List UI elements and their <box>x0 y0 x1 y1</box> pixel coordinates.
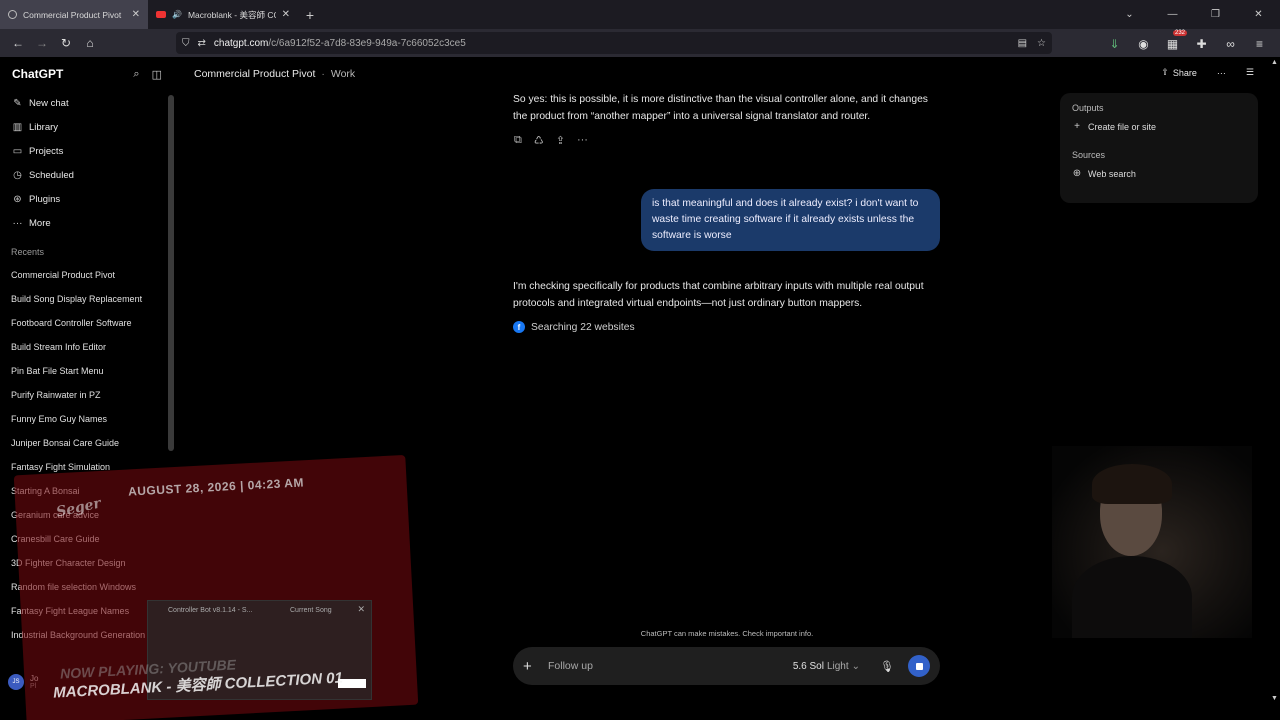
panel-toggle-icon[interactable]: ☰ <box>1246 67 1254 78</box>
more-icon: ··· <box>12 217 23 229</box>
message-actions: ⧉ ♺ ⇪ ··· <box>514 134 588 147</box>
recent-chat-item[interactable]: Funny Emo Guy Names <box>0 407 174 431</box>
composer-input[interactable]: Follow up <box>548 660 593 672</box>
address-bar[interactable]: ⛉ ⇄ chatgpt.com/c/6a912f52-a7d8-83e9-949… <box>176 32 1052 54</box>
youtube-favicon-icon <box>156 11 166 18</box>
chevron-down-icon: ⌄ <box>851 660 861 672</box>
main-scrollbar[interactable]: ▲ ▼ <box>1270 57 1280 720</box>
close-window-button[interactable]: ✕ <box>1237 9 1280 20</box>
more-actions-icon[interactable]: ··· <box>577 134 588 147</box>
sidebar-item-more[interactable]: ··· More <box>0 211 174 235</box>
recent-chat-item[interactable]: Commercial Product Pivot <box>0 263 174 287</box>
assistant-message: So yes: this is possible, it is more dis… <box>513 94 928 122</box>
close-tab-icon[interactable]: ✕ <box>132 9 140 20</box>
search-icon[interactable]: ⌕ <box>133 68 139 81</box>
library-icon: ▥ <box>12 121 23 133</box>
extension-badge: 232 <box>1172 30 1187 36</box>
search-status[interactable]: f Searching 22 websites <box>513 321 635 333</box>
conversation-header: Commercial Product Pivot · Work <box>194 68 355 80</box>
facebook-source-icon: f <box>513 321 525 333</box>
outputs-heading: Outputs <box>1072 103 1104 113</box>
sidebar-item-scheduled[interactable]: ◷ Scheduled <box>0 163 174 187</box>
share-icon: ⇪ <box>1161 67 1169 77</box>
recent-chat-item[interactable]: Pin Bat File Start Menu <box>0 359 174 383</box>
outputs-panel: Outputs + Create file or site Sources ⊕ We… <box>1060 93 1258 203</box>
assistant-message: I'm checking specifically for products t… <box>513 281 924 309</box>
sidebar-toggle-icon[interactable]: ◫ <box>152 68 162 81</box>
microphone-icon[interactable]: 🎙 <box>880 660 894 673</box>
webcam-person-body <box>1072 556 1192 638</box>
user-message-bubble: is that meaningful and does it already e… <box>641 189 940 251</box>
sidebar-item-library[interactable]: ▥ Library <box>0 115 174 139</box>
share-message-icon[interactable]: ⇪ <box>556 134 565 147</box>
reader-view-icon[interactable]: ▤ <box>1018 38 1027 49</box>
tab-macroblank[interactable]: 🔊 Macroblank - 美容師 COLLE ✕ <box>148 0 298 29</box>
extensions-puzzle-icon[interactable]: ✚ <box>1189 32 1214 56</box>
folder-icon: ▭ <box>12 145 23 157</box>
account-icon[interactable]: ◉ <box>1131 32 1156 56</box>
plus-icon: + <box>1074 121 1080 132</box>
clock-icon: ◷ <box>13 169 22 181</box>
new-tab-button[interactable]: + <box>298 7 322 23</box>
recent-chat-item[interactable]: Purify Rainwater in PZ <box>0 383 174 407</box>
recents-heading: Recents <box>11 247 45 257</box>
reload-button[interactable]: ↻ <box>54 31 78 55</box>
home-button[interactable]: ⌂ <box>78 31 102 55</box>
webcam-overlay <box>1052 446 1252 638</box>
site-info-icon[interactable]: ⛉ <box>182 38 190 49</box>
attach-plus-icon[interactable]: + <box>523 658 539 675</box>
message-composer[interactable]: + Follow up 5.6 Sol Light ⌄ 🎙 <box>513 647 940 685</box>
web-search-button[interactable]: ⊕ Web search <box>1072 168 1246 179</box>
bookmark-star-icon[interactable]: ☆ <box>1037 38 1046 49</box>
chatgpt-favicon-icon <box>8 10 17 19</box>
url-text: chatgpt.com/c/6a912f52-a7d8-83e9-949a-7c… <box>213 37 466 49</box>
minimize-window-button[interactable]: — <box>1151 9 1194 20</box>
sidebar-item-projects[interactable]: ▭ Projects <box>0 139 174 163</box>
speaker-icon[interactable]: 🔊 <box>172 10 182 19</box>
sidebar-item-plugins[interactable]: ⊛ Plugins <box>0 187 174 211</box>
restore-window-button[interactable]: ❐ <box>1194 9 1237 20</box>
share-button[interactable]: ⇪ Share <box>1161 67 1197 78</box>
project-name[interactable]: Work <box>331 68 355 80</box>
browser-nav-bar: ← → ↻ ⌂ ⛉ ⇄ chatgpt.com/c/6a912f52-a7d8-… <box>0 29 1280 57</box>
recent-chat-item[interactable]: Footboard Controller Software <box>0 311 174 335</box>
globe-icon: ⊕ <box>1072 168 1082 179</box>
recent-chat-item[interactable]: Build Song Display Replacement <box>0 287 174 311</box>
plugin-icon: ⊛ <box>13 193 22 205</box>
webcam-person-hair <box>1092 464 1172 504</box>
mini-window-title: Controller Bot v8.1.14 - S... <box>168 607 253 614</box>
downloads-icon[interactable]: ⇓ <box>1102 32 1127 56</box>
sources-heading: Sources <box>1072 150 1106 160</box>
copy-icon[interactable]: ⧉ <box>514 134 522 147</box>
tab-commercial-product-pivot[interactable]: Commercial Product Pivot ✕ <box>0 0 148 29</box>
more-options-icon[interactable]: ··· <box>1217 68 1226 78</box>
app-menu-icon[interactable]: ≡ <box>1247 32 1272 56</box>
container-icon[interactable]: ∞ <box>1218 32 1243 56</box>
searching-label: Searching 22 websites <box>531 321 635 333</box>
sidebar-item-new-chat[interactable]: ✎ New chat <box>0 91 174 115</box>
close-tab-icon[interactable]: ✕ <box>282 9 290 20</box>
permissions-icon[interactable]: ⇄ <box>198 38 206 49</box>
conversation-title[interactable]: Commercial Product Pivot <box>194 68 315 80</box>
header-separator: · <box>321 68 325 80</box>
tab-label: Commercial Product Pivot <box>23 9 122 20</box>
stop-generating-button[interactable] <box>908 655 930 677</box>
browser-tab-bar: Commercial Product Pivot ✕ 🔊 Macroblank … <box>0 0 1280 29</box>
list-all-tabs-icon[interactable]: ⌄ <box>1108 9 1151 20</box>
recent-chat-item[interactable]: Juniper Bonsai Care Guide <box>0 431 174 455</box>
extension-icon[interactable]: ▦ 232 <box>1160 30 1187 56</box>
edit-icon: ✎ <box>13 97 22 109</box>
brand-logo-text[interactable]: ChatGPT <box>12 67 63 81</box>
close-icon: ✕ <box>357 604 365 614</box>
create-file-button[interactable]: + Create file or site <box>1072 121 1246 132</box>
forward-button[interactable]: → <box>30 31 54 55</box>
model-selector[interactable]: 5.6 Sol Light ⌄ <box>793 661 860 672</box>
recent-chat-item[interactable]: Build Stream Info Editor <box>0 335 174 359</box>
back-button[interactable]: ← <box>6 31 30 55</box>
mini-window-tab: Current Song <box>290 607 332 614</box>
feedback-icon[interactable]: ♺ <box>534 134 544 147</box>
tab-label: Macroblank - 美容師 COLLE <box>187 9 276 20</box>
avatar: JS <box>8 674 24 690</box>
stop-icon <box>915 662 923 670</box>
